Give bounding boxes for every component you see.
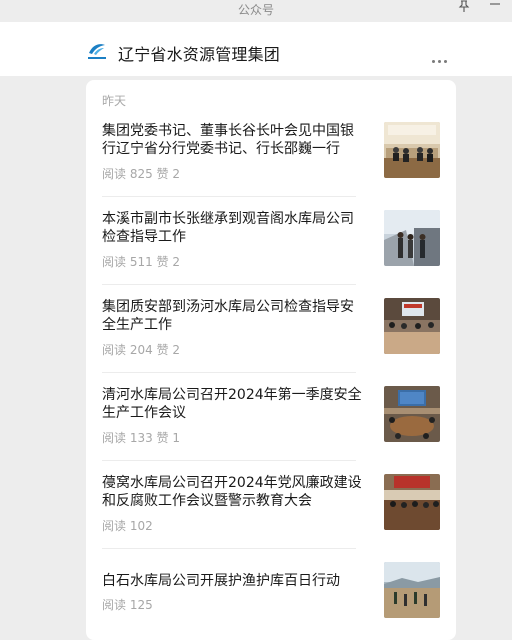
article-stats: 阅读 133 赞 1	[102, 429, 180, 446]
read-count: 阅读 204	[102, 343, 153, 357]
article-title: 集团质安部到汤河水库局公司检查指导安全生产工作	[102, 299, 354, 333]
like-count: 赞 2	[156, 343, 181, 357]
account-logo-icon[interactable]	[86, 40, 108, 62]
date-label: 昨天	[102, 94, 127, 108]
like-count: 赞 2	[156, 167, 181, 181]
read-count: 阅读 133	[102, 431, 153, 445]
article-item[interactable]: 本溪市副市长张继承到观音阁水库局公司检查指导工作 阅读 511 赞 2	[102, 210, 440, 298]
article-title: 清河水库局公司召开2024年第一季度安全生产工作会议	[102, 387, 362, 421]
article-stats: 阅读 511 赞 2	[102, 253, 180, 270]
pin-icon[interactable]	[457, 0, 471, 12]
like-count: 赞 1	[156, 431, 181, 445]
divider	[102, 460, 356, 461]
article-thumbnail	[384, 474, 440, 530]
more-options-icon[interactable]	[432, 48, 456, 63]
article-feed-card: 昨天 集团党委书记、董事长谷长叶会见中国银行辽宁省分行党委书记、行长邵巍一行 阅…	[86, 80, 456, 640]
article-thumbnail	[384, 298, 440, 354]
divider	[102, 284, 356, 285]
window-titlebar: 公众号	[0, 0, 512, 22]
account-name[interactable]: 辽宁省水资源管理集团	[118, 41, 280, 65]
article-item[interactable]: 集团质安部到汤河水库局公司检查指导安全生产工作 阅读 204 赞 2	[102, 298, 440, 386]
read-count: 阅读 102	[102, 519, 153, 533]
article-item[interactable]: 白石水库局公司开展护渔护库百日行动 阅读 125	[102, 562, 440, 640]
article-thumbnail	[384, 562, 440, 618]
article-title: 葠窝水库局公司召开2024年党风廉政建设和反腐败工作会议暨警示教育大会	[102, 475, 362, 509]
account-header: 辽宁省水资源管理集团	[0, 22, 512, 76]
article-thumbnail	[384, 210, 440, 266]
read-count: 阅读 125	[102, 598, 153, 612]
divider	[102, 548, 356, 549]
article-thumbnail	[384, 386, 440, 442]
article-title: 集团党委书记、董事长谷长叶会见中国银行辽宁省分行党委书记、行长邵巍一行	[102, 123, 354, 157]
read-count: 阅读 511	[102, 255, 153, 269]
minimize-icon[interactable]	[488, 0, 502, 12]
divider	[102, 196, 356, 197]
article-item[interactable]: 清河水库局公司召开2024年第一季度安全生产工作会议 阅读 133 赞 1	[102, 386, 440, 474]
like-count: 赞 2	[156, 255, 181, 269]
article-title: 白石水库局公司开展护渔护库百日行动	[102, 573, 340, 589]
article-title: 本溪市副市长张继承到观音阁水库局公司检查指导工作	[102, 211, 354, 245]
article-item[interactable]: 葠窝水库局公司召开2024年党风廉政建设和反腐败工作会议暨警示教育大会 阅读 1…	[102, 474, 440, 562]
window-title: 公众号	[237, 3, 274, 17]
article-stats: 阅读 125	[102, 596, 153, 613]
article-thumbnail	[384, 122, 440, 178]
divider	[102, 372, 356, 373]
article-stats: 阅读 102	[102, 517, 153, 534]
article-stats: 阅读 204 赞 2	[102, 341, 180, 358]
read-count: 阅读 825	[102, 167, 153, 181]
article-item[interactable]: 集团党委书记、董事长谷长叶会见中国银行辽宁省分行党委书记、行长邵巍一行 阅读 8…	[102, 122, 440, 210]
article-stats: 阅读 825 赞 2	[102, 165, 180, 182]
